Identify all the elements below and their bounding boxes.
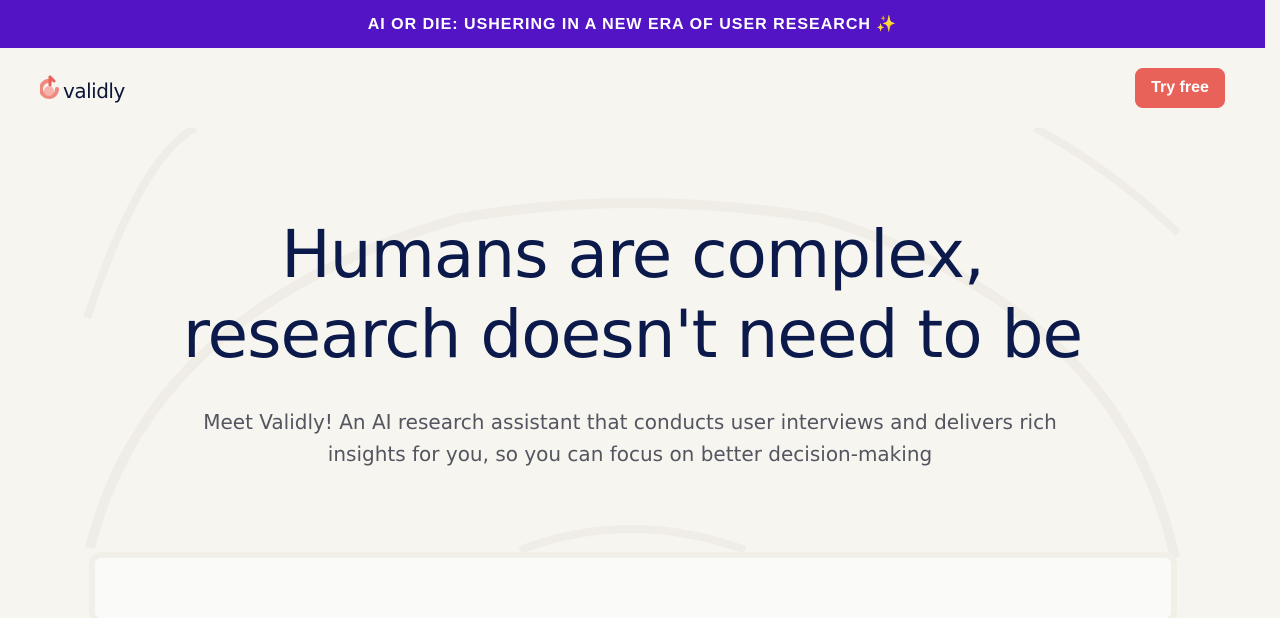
- hero-title-line-1: Humans are complex,: [281, 216, 985, 293]
- try-free-button[interactable]: Try free: [1135, 68, 1225, 108]
- hero-subtitle: Meet Validly! An AI research assistant t…: [203, 410, 1057, 466]
- page-scrollbar[interactable]: [1265, 0, 1280, 600]
- hero-title-line-2: research doesn't need to be: [182, 296, 1083, 373]
- product-preview-card: [95, 558, 1171, 618]
- announcement-banner-link[interactable]: AI OR DIE: USHERING IN A NEW ERA OF USER…: [0, 0, 1265, 48]
- top-navigation: validly Try free: [0, 48, 1265, 128]
- validly-logo-icon: [39, 75, 60, 106]
- hero-title: Humans are complex, research doesn't nee…: [0, 215, 1265, 375]
- validly-logo-link[interactable]: validly: [39, 75, 125, 106]
- logo-wordmark: validly: [63, 78, 125, 103]
